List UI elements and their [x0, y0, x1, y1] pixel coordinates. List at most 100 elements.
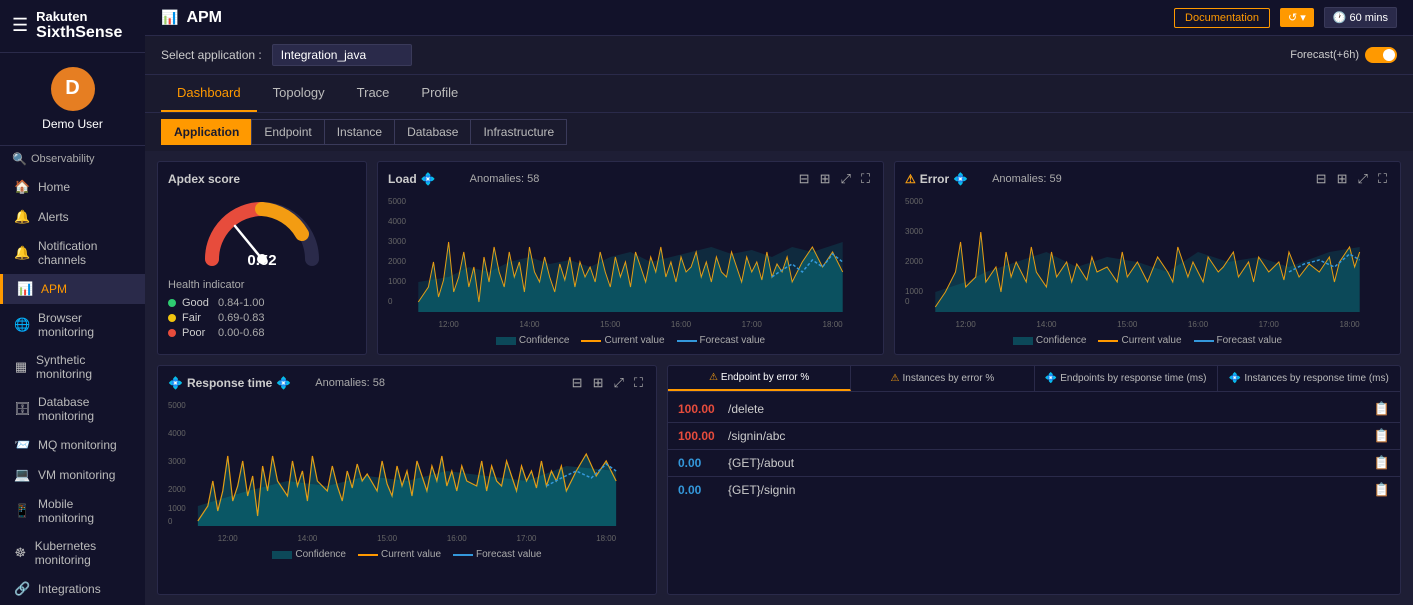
gauge-container: 0.52: [168, 194, 356, 269]
sidebar-item-database[interactable]: 🗄 Database monitoring: [0, 388, 145, 430]
subtab-instance[interactable]: Instance: [324, 119, 395, 145]
subtab-application[interactable]: Application: [161, 119, 252, 145]
sidebar-item-mobile[interactable]: 📱 Mobile monitoring: [0, 490, 145, 532]
refresh-button[interactable]: ↺ ▾: [1280, 8, 1314, 27]
error-chart-svg: 5000 3000 2000 1000 0 12:00 14:00 15:00 …: [905, 192, 1390, 332]
resp-legend-forecast: Forecast value: [453, 549, 542, 560]
svg-text:16:00: 16:00: [447, 534, 467, 543]
time-range-button[interactable]: 🕐 60 mins: [1324, 7, 1397, 28]
error-chart-header: ⚠ Error 💠 Anomalies: 59 ⊟ ⊞ ⤢ ⛶: [905, 170, 1390, 188]
load-chart-panel: Load 💠 Anomalies: 58 ⊟ ⊞ ⤢ ⛶: [377, 161, 884, 355]
sidebar-nav: 🏠 Home 🔔 Alerts 🔔 Notification channels …: [0, 172, 145, 605]
endpoints-tabs: ⚠ Endpoint by error % ⚠ Instances by err…: [668, 366, 1400, 392]
apdex-value: 0.52: [247, 252, 276, 269]
home-icon: 🏠: [14, 179, 30, 195]
error-legend-forecast: Forecast value: [1194, 335, 1283, 346]
legend-current: Current value: [581, 335, 664, 346]
response-chart-btn2[interactable]: ⊞: [590, 374, 607, 392]
load-chart-svg: 5000 4000 3000 2000 1000 0 12:00 14:00 1…: [388, 192, 873, 332]
nav-mq-label: MQ monitoring: [38, 438, 117, 452]
ep-copy-icon-4[interactable]: 📋: [1374, 482, 1390, 498]
tab-profile[interactable]: Profile: [405, 75, 474, 112]
sidebar-item-home[interactable]: 🏠 Home: [0, 172, 145, 202]
ep-copy-icon-1[interactable]: 📋: [1374, 401, 1390, 417]
health-title: Health indicator: [168, 279, 356, 291]
sidebar-item-kubernetes[interactable]: ☸ Kubernetes monitoring: [0, 532, 145, 574]
ep-copy-icon-2[interactable]: 📋: [1374, 428, 1390, 444]
legend-forecast: Forecast value: [677, 335, 766, 346]
load-chart-btn4[interactable]: ⛶: [858, 170, 873, 188]
svg-text:2000: 2000: [388, 257, 406, 266]
ep-name-4: {GET}/signin: [728, 483, 1374, 497]
user-profile: D Demo User: [0, 53, 145, 146]
load-chart-btn2[interactable]: ⊞: [817, 170, 834, 188]
error-chart-btn1[interactable]: ⊟: [1313, 170, 1330, 188]
error-chart-btn4[interactable]: ⛶: [1375, 170, 1390, 188]
main-tabs: Dashboard Topology Trace Profile: [145, 75, 1413, 113]
ep-copy-icon-3[interactable]: 📋: [1374, 455, 1390, 471]
kubernetes-icon: ☸: [14, 545, 27, 561]
ep-tab-endpoint-error[interactable]: ⚠ Endpoint by error %: [668, 366, 851, 391]
error-warning-icon: ⚠: [905, 172, 916, 186]
response-chart-btn3[interactable]: ⤢: [610, 374, 626, 392]
ep-tab-instance-error[interactable]: ⚠ Instances by error %: [851, 366, 1034, 391]
response-info-icon: 💠: [168, 376, 183, 390]
subtab-endpoint[interactable]: Endpoint: [251, 119, 324, 145]
error-chart-btn2[interactable]: ⊞: [1334, 170, 1351, 188]
tab-dashboard[interactable]: Dashboard: [161, 75, 257, 112]
search-icon: 🔍: [12, 152, 27, 166]
response-anomalies: Anomalies: 58: [315, 377, 385, 389]
ep-tab-instance-response[interactable]: 💠 Instances by response time (ms): [1218, 366, 1400, 391]
good-dot: [168, 299, 176, 307]
documentation-button[interactable]: Documentation: [1174, 8, 1270, 28]
notification-icon: 🔔: [14, 245, 30, 261]
sidebar-item-alerts[interactable]: 🔔 Alerts: [0, 202, 145, 232]
nav-synthetic-label: Synthetic monitoring: [36, 353, 131, 381]
tab-topology[interactable]: Topology: [257, 75, 341, 112]
response-chart-actions: ⊟ ⊞ ⤢ ⛶: [569, 374, 646, 392]
database-icon: 🗄: [14, 401, 30, 417]
nav-kubernetes-label: Kubernetes monitoring: [35, 539, 131, 567]
error-legend-current: Current value: [1098, 335, 1181, 346]
error-chart-btn3[interactable]: ⤢: [1354, 170, 1370, 188]
error-chart-actions: ⊟ ⊞ ⤢ ⛶: [1313, 170, 1390, 188]
response-chart-btn4[interactable]: ⛶: [631, 374, 646, 392]
svg-text:17:00: 17:00: [517, 534, 537, 543]
svg-text:3000: 3000: [168, 457, 186, 466]
nav-notification-label: Notification channels: [38, 239, 131, 267]
endpoints-panel: ⚠ Endpoint by error % ⚠ Instances by err…: [667, 365, 1401, 595]
sidebar-item-vm[interactable]: 💻 VM monitoring: [0, 460, 145, 490]
application-select[interactable]: Integration_java Integration_node Integr…: [272, 44, 412, 66]
error-chart-area: 5000 3000 2000 1000 0 12:00 14:00 15:00 …: [905, 192, 1390, 332]
svg-text:2000: 2000: [905, 257, 923, 266]
response-chart-btn1[interactable]: ⊟: [569, 374, 586, 392]
sidebar-item-integrations[interactable]: 🔗 Integrations: [0, 574, 145, 604]
sidebar-item-mq[interactable]: 📨 MQ monitoring: [0, 430, 145, 460]
menu-icon[interactable]: ☰: [12, 15, 28, 36]
sidebar-item-synthetic[interactable]: ▦ Synthetic monitoring: [0, 346, 145, 388]
forecast-toggle-switch[interactable]: [1365, 47, 1397, 63]
svg-text:0: 0: [905, 297, 910, 306]
subtab-database[interactable]: Database: [394, 119, 471, 145]
browser-icon: 🌐: [14, 317, 30, 333]
legend-confidence: Confidence: [496, 335, 570, 346]
brand-text: Rakuten SixthSense: [36, 10, 122, 42]
svg-text:16:00: 16:00: [1188, 320, 1209, 329]
apm-logo-icon: 📊: [161, 9, 178, 26]
load-chart-legend: Confidence Current value Forecast value: [388, 335, 873, 346]
subtab-infrastructure[interactable]: Infrastructure: [470, 119, 567, 145]
topbar-right: Documentation ↺ ▾ 🕐 60 mins: [1174, 7, 1397, 28]
ep-tab3-label: Endpoints by response time (ms): [1060, 373, 1206, 384]
svg-text:18:00: 18:00: [822, 320, 843, 329]
load-chart-btn1[interactable]: ⊟: [796, 170, 813, 188]
load-chart-btn3[interactable]: ⤢: [837, 170, 853, 188]
svg-text:2000: 2000: [168, 485, 186, 494]
sidebar-item-browser[interactable]: 🌐 Browser monitoring: [0, 304, 145, 346]
tab-trace[interactable]: Trace: [341, 75, 406, 112]
ep-tab-endpoint-response[interactable]: 💠 Endpoints by response time (ms): [1035, 366, 1218, 391]
sidebar-item-notification[interactable]: 🔔 Notification channels: [0, 232, 145, 274]
main-content: 📊 APM Documentation ↺ ▾ 🕐 60 mins Select…: [145, 0, 1413, 605]
sidebar-item-apm[interactable]: 📊 APM: [0, 274, 145, 304]
nav-browser-label: Browser monitoring: [38, 311, 131, 339]
user-name: Demo User: [12, 117, 133, 131]
